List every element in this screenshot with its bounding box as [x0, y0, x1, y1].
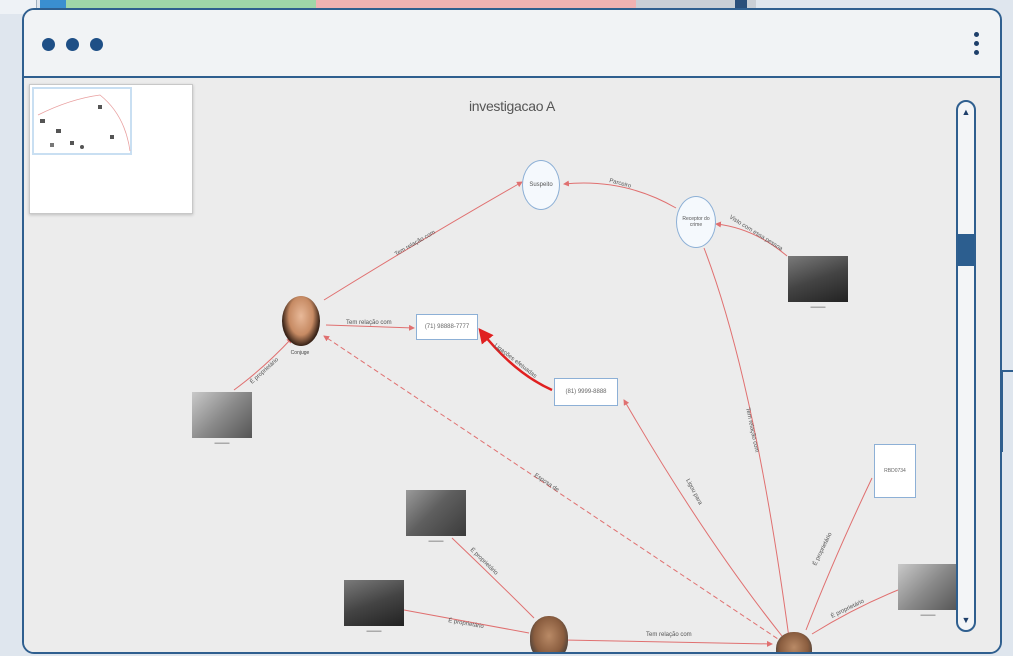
photo-node-camera[interactable] [192, 392, 252, 438]
edge-line [623, 399, 783, 637]
node-plate[interactable]: RBD0734 [874, 444, 916, 498]
edge-label: Tem relação com [646, 632, 692, 638]
window-titlebar [24, 10, 1000, 78]
edge-label: Tem relação com [394, 230, 437, 258]
edge-line [703, 247, 790, 639]
more-options-icon[interactable] [974, 32, 980, 56]
edge-label: Tem relação com [346, 320, 392, 326]
photo-node-car[interactable] [898, 564, 958, 610]
edge-label: É proprietário [448, 617, 485, 630]
photo-node-street[interactable] [788, 256, 848, 302]
window-dot-icon[interactable] [90, 38, 103, 51]
edge-line [451, 537, 535, 619]
node-suspeito[interactable]: Suspeito [522, 160, 560, 210]
photo-node-car[interactable] [406, 490, 466, 536]
window-dot-icon[interactable] [42, 38, 55, 51]
edge-label: É proprietário [812, 531, 834, 567]
photo-caption: ▬▬▬ [920, 612, 936, 618]
person-man-photo[interactable] [530, 616, 568, 652]
edge-line [811, 589, 899, 635]
graph-minimap[interactable] [29, 84, 193, 214]
edge-label: Parceiro [608, 178, 632, 190]
photo-caption: ▬▬▬ [810, 304, 826, 310]
node-receiver[interactable]: Receptor do crime [676, 196, 716, 248]
scroll-down-icon[interactable]: ▼ [960, 614, 972, 626]
photo-caption: ▬▬▬ [214, 440, 230, 446]
edge-label: Tem relação com [744, 407, 759, 453]
minimap-preview [37, 94, 131, 152]
graph-window: investigacao A Tem relação com Parceiro … [22, 8, 1002, 654]
edge-label: É proprietário [830, 597, 866, 619]
photo-node-car[interactable] [344, 580, 404, 626]
edge-label: Esposa de [533, 473, 560, 494]
edge-line [233, 337, 293, 391]
edge-label: É proprietário [249, 356, 281, 386]
edge-line [563, 639, 773, 647]
background-window-edge [1001, 370, 1013, 452]
graph-canvas[interactable]: investigacao A Tem relação com Parceiro … [24, 78, 1000, 652]
edge-line [805, 477, 873, 631]
photo-caption: ▬▬▬ [366, 628, 382, 634]
vertical-scrollbar[interactable]: ▲ ▼ [956, 100, 976, 632]
edge-label: É proprietário [469, 546, 500, 577]
node-phone-2[interactable]: (81) 9999-8888 [554, 378, 618, 406]
scrollbar-thumb[interactable] [958, 234, 974, 266]
edge-label: Visto com essa pessoa [728, 215, 784, 253]
edge-label: Ligações efetuadas [493, 343, 538, 380]
scroll-up-icon[interactable]: ▲ [960, 106, 972, 118]
window-dot-icon[interactable] [66, 38, 79, 51]
person-conjuge-photo[interactable] [282, 296, 320, 346]
person-label: Conjuge [290, 350, 310, 356]
photo-caption: ▬▬▬ [428, 538, 444, 544]
node-phone-1[interactable]: (71) 98888-7777 [416, 314, 478, 340]
